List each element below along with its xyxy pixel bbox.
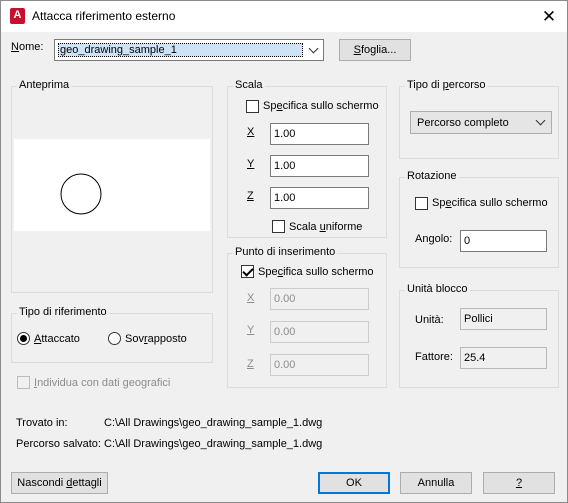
overlay-label: Sovrapposto [125,333,187,345]
scale-y-label: Y [247,158,255,170]
name-label: Nome: [11,41,44,53]
attached-radio[interactable] [17,332,30,345]
path-type-value: Percorso completo [417,117,509,129]
name-value: geo_drawing_sample_1 [60,44,177,56]
block-units-title: Unità blocco [405,283,470,295]
angle-label: Angolo: [415,233,453,245]
uniform-scale-label: Scala uniforme [289,221,363,233]
scale-specify-label: Specifica sullo schermo [263,100,379,112]
chevron-down-icon [308,43,319,54]
geographic-checkbox[interactable] [17,376,30,389]
insertion-point-title: Punto di inserimento [233,246,338,258]
scale-x-input[interactable]: 1.00 [270,123,369,145]
scale-z-label: Z [247,190,254,202]
attached-label: Attaccato [34,333,80,345]
help-button[interactable]: ? [483,472,555,494]
scale-specify-checkbox[interactable] [246,100,259,113]
path-type-dropdown[interactable]: Percorso completo [410,111,552,134]
rotation-group [399,177,559,268]
found-in-label: Trovato in: [16,417,68,429]
factor-value: 25.4 [460,347,547,369]
insertion-z-label: Z [247,358,254,370]
rotation-title: Rotazione [405,170,459,182]
saved-path-label: Percorso salvato: [16,438,101,450]
attach-xref-dialog: A Attacca riferimento esterno ✕ Nome: ge… [0,0,568,503]
saved-path-value: C:\All Drawings\geo_drawing_sample_1.dwg [104,438,323,450]
insertion-x-input[interactable]: 0.00 [270,288,369,310]
uniform-scale-checkbox[interactable] [272,220,285,233]
overlay-radio[interactable] [108,332,121,345]
insertion-specify-label: Specifica sullo schermo [258,266,374,278]
ok-button[interactable]: OK [318,472,390,494]
unit-label: Unità: [415,314,444,326]
reference-type-title: Tipo di riferimento [17,306,109,318]
preview-canvas [14,139,210,231]
scale-y-input[interactable]: 1.00 [270,155,369,177]
block-units-group [399,290,559,388]
insertion-specify-checkbox[interactable] [241,265,254,278]
insertion-x-label: X [247,292,255,304]
factor-label: Fattore: [415,351,453,363]
preview-title: Anteprima [17,79,72,91]
geographic-label: Individua con dati geografici [34,377,171,389]
rotation-specify-checkbox[interactable] [415,197,428,210]
found-in-value: C:\All Drawings\geo_drawing_sample_1.dwg [104,417,323,429]
insertion-y-label: Y [247,324,255,336]
name-dropdown[interactable]: geo_drawing_sample_1 [54,39,324,61]
cancel-button[interactable]: Annulla [400,472,472,494]
chevron-down-icon [535,115,546,126]
circle-preview [60,173,102,215]
window-title: Attacca riferimento esterno [32,9,176,23]
hide-details-button[interactable]: Nascondi dettagli [11,472,108,494]
autocad-app-icon: A [10,8,25,24]
scale-title: Scala [233,79,265,91]
browse-button[interactable]: Sfoglia... [339,39,411,61]
title-bar: A Attacca riferimento esterno ✕ [1,1,567,32]
scale-z-input[interactable]: 1.00 [270,187,369,209]
angle-input[interactable]: 0 [460,230,547,252]
insertion-y-input[interactable]: 0.00 [270,321,369,343]
rotation-specify-label: Specifica sullo schermo [432,197,548,209]
insertion-z-input[interactable]: 0.00 [270,354,369,376]
close-icon[interactable]: ✕ [539,7,559,27]
scale-x-label: X [247,126,255,138]
path-type-title: Tipo di percorso [405,79,488,91]
unit-value: Pollici [460,308,547,330]
